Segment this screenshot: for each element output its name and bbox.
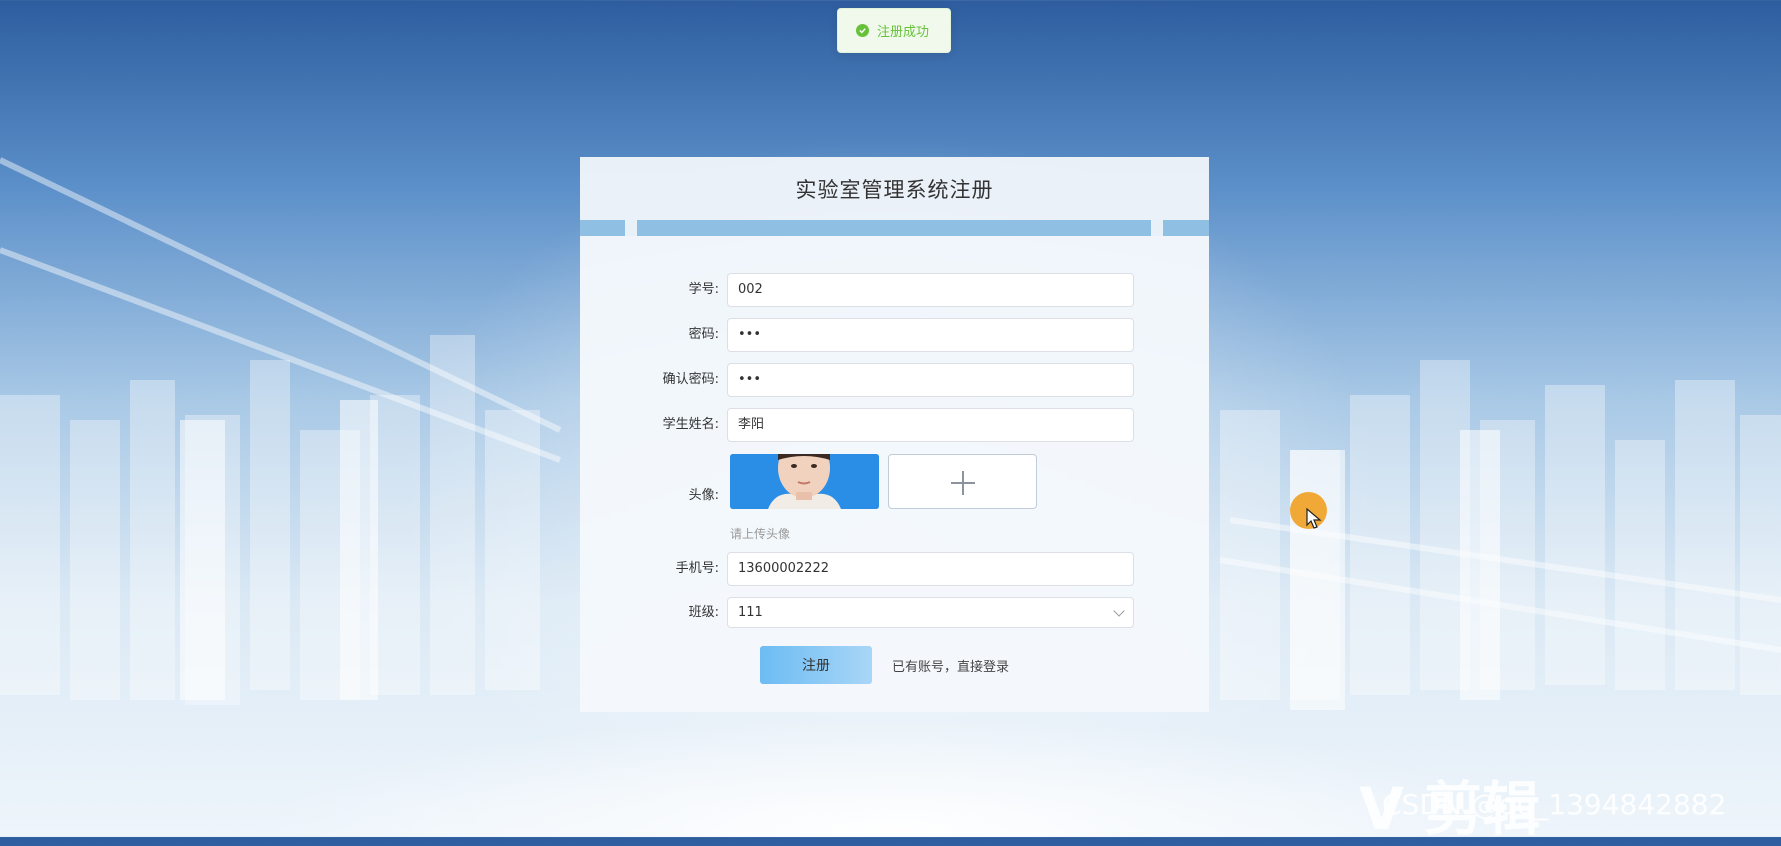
watermark-csdn: CSDN @qq_1394842882: [1382, 788, 1727, 821]
confirm-password-row: 确认密码: •••: [580, 363, 1209, 397]
bar-gap: [1151, 220, 1163, 236]
student-name-row: 学生姓名: 李阳: [580, 408, 1209, 442]
confirm-password-label: 确认密码:: [662, 372, 719, 387]
register-button[interactable]: 注册: [760, 646, 872, 684]
check-circle-icon: [856, 24, 869, 37]
avatar-thumbnail[interactable]: [730, 454, 879, 509]
class-selected-value: 111: [738, 605, 763, 620]
plus-icon: [962, 471, 964, 495]
class-label: 班级:: [688, 605, 719, 620]
phone-row: 手机号: 13600002222: [580, 552, 1209, 586]
class-select[interactable]: 111: [727, 597, 1134, 628]
page-title: 实验室管理系统注册: [795, 177, 994, 202]
student-id-label: 学号:: [688, 282, 719, 297]
chevron-down-icon: [1113, 605, 1125, 617]
avatar-hint: 请上传头像: [730, 527, 791, 541]
password-input[interactable]: •••: [727, 318, 1134, 352]
success-toast: 注册成功: [837, 8, 951, 53]
bar-gap: [625, 220, 637, 236]
student-id-row: 学号: 002: [580, 273, 1209, 307]
class-row: 班级: 111: [580, 597, 1209, 628]
avatar-upload-button[interactable]: [888, 454, 1037, 509]
password-label: 密码:: [688, 327, 719, 342]
form-header: 实验室管理系统注册: [580, 157, 1209, 220]
student-id-input[interactable]: 002: [727, 273, 1134, 307]
student-name-label: 学生姓名:: [662, 417, 719, 432]
phone-input[interactable]: 13600002222: [727, 552, 1134, 586]
mouse-cursor-icon: [1306, 508, 1322, 529]
toast-message: 注册成功: [877, 25, 930, 40]
phone-label: 手机号:: [675, 561, 719, 576]
avatar-label: 头像:: [688, 488, 719, 503]
watermark: V 剪辑 CSDN @qq_1394842882: [1355, 760, 1781, 843]
confirm-password-input[interactable]: •••: [727, 363, 1134, 397]
password-row: 密码: •••: [580, 318, 1209, 352]
login-link[interactable]: 已有账号，直接登录: [892, 656, 1009, 675]
portrait-photo: [730, 454, 879, 509]
student-name-input[interactable]: 李阳: [727, 408, 1134, 442]
header-decoration-bar: [580, 220, 1209, 236]
